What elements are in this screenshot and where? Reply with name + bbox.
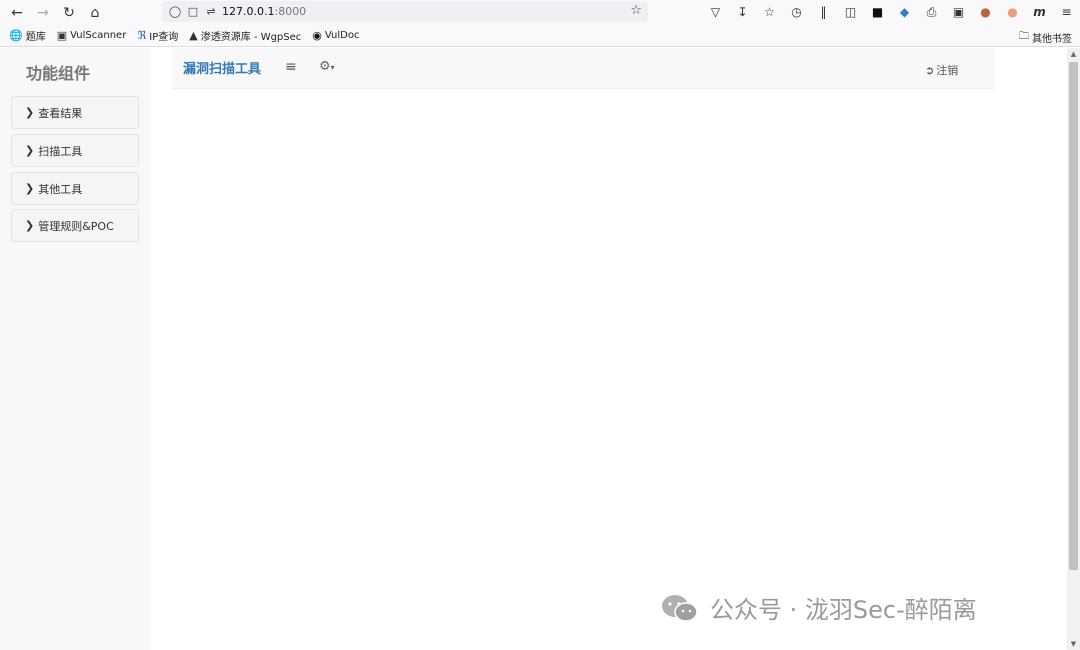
bookmark-label: VulScanner [70, 30, 127, 41]
history-icon[interactable]: ◷ [783, 2, 810, 22]
browser-toolbar: ← → ↻ ⌂ ◯ □ ⇌ 127.0.0.1:8000 ☆ ▽ ↧ ☆ ◷ ‖… [0, 0, 1080, 25]
sidebar-title: 功能组件 [26, 64, 91, 83]
bookmark-label: 渗透资源库 - WgpSec [200, 32, 302, 43]
gear-dropdown-icon[interactable]: ⚙▾ [319, 59, 335, 74]
bookmark-item[interactable]: ▲ 渗透资源库 - WgpSec [189, 28, 301, 43]
bookmark-item[interactable]: 🌐 题库 [9, 28, 46, 43]
brand-title[interactable]: 漏洞扫描工具 [183, 58, 261, 77]
scroll-thumb[interactable] [1069, 62, 1078, 570]
pocket-icon[interactable]: ▽ [702, 2, 729, 22]
globe-icon: 🌐 [9, 29, 23, 42]
top-navbar: 漏洞扫描工具 ≡ ⚙▾ ➲ 注销 [172, 48, 994, 89]
extension-avatar-icon[interactable]: ● [972, 2, 999, 22]
chevron-right-icon: ❯ [25, 144, 35, 157]
forward-icon[interactable]: → [30, 2, 56, 24]
url-bar[interactable]: ◯ □ ⇌ 127.0.0.1:8000 ☆ [162, 1, 648, 22]
toolbar-icons: ▽ ↧ ☆ ◷ ‖ ◫ ■ ◆ ⎙ ▣ ● ● m ≡ [702, 2, 1080, 22]
sign-out-icon: ➲ [925, 63, 935, 77]
scroll-up-arrow-icon[interactable]: ▲ [1067, 50, 1080, 58]
bookmark-item[interactable]: ◉ VulDoc [312, 29, 359, 42]
shield-icon[interactable]: ◯ [166, 5, 184, 18]
extension-color-icon[interactable]: ◆ [891, 2, 918, 22]
wolf-icon: ▲ [189, 29, 198, 42]
sidebar-item-scan-tools[interactable]: ❯ 扫描工具 [11, 134, 139, 167]
sidebar-item-label: 查看结果 [38, 106, 83, 120]
extension-m-icon[interactable]: m [1026, 2, 1053, 22]
bookmark-label: 题库 [25, 32, 46, 43]
home-icon[interactable]: ⌂ [82, 2, 108, 24]
screenshot-icon[interactable]: ▣ [945, 2, 972, 22]
sidebar: 功能组件 ❯ 查看结果 ❯ 扫描工具 ❯ 其他工具 ❯ 管理规则&POC [0, 48, 150, 650]
logout-label: 注销 [936, 64, 959, 77]
printer-icon[interactable]: ⎙ [918, 2, 945, 22]
bookmark-star-icon[interactable]: ☆ [630, 3, 642, 18]
extension-orange-icon[interactable]: ● [999, 2, 1026, 22]
watermark: 公众号 · 泷羽Sec-醉陌离 [660, 590, 977, 625]
bookmark-item[interactable]: ℜ IP查询 [137, 28, 178, 43]
ip-icon: ℜ [137, 29, 147, 42]
sidebar-item-other-tools[interactable]: ❯ 其他工具 [11, 172, 139, 205]
scroll-down-arrow-icon[interactable]: ▼ [1067, 640, 1080, 648]
logout-link[interactable]: ➲ 注销 [925, 62, 958, 78]
app-menu-icon[interactable]: ≡ [1053, 2, 1080, 22]
bookmark-label: VulDoc [324, 30, 360, 41]
sidebar-item-view-results[interactable]: ❯ 查看结果 [11, 96, 139, 129]
chevron-right-icon: ❯ [25, 106, 35, 119]
extension-star-icon[interactable]: ☆ [756, 2, 783, 22]
wechat-icon [662, 594, 698, 622]
permissions-icon[interactable]: ⇌ [202, 5, 220, 18]
back-icon[interactable]: ← [4, 2, 30, 24]
other-bookmarks-label: 其他书签 [1032, 34, 1072, 45]
bookmark-label: IP查询 [149, 32, 179, 43]
folder-icon: 🗀 [1019, 31, 1029, 42]
url-port[interactable]: :8000 [274, 5, 306, 18]
chevron-right-icon: ❯ [25, 182, 35, 195]
library-icon[interactable]: ‖ [810, 2, 837, 22]
other-bookmarks[interactable]: 🗀 其他书签 [1019, 29, 1072, 46]
bookmark-item[interactable]: ▣ VulScanner [57, 29, 127, 42]
watermark-text: 公众号 · 泷羽Sec-醉陌离 [710, 596, 977, 624]
sidebar-item-label: 其他工具 [38, 182, 83, 196]
circle-logo-icon: ◉ [312, 29, 322, 42]
bookmarks-bar: 🌐 题库 ▣ VulScanner ℜ IP查询 ▲ 渗透资源库 - WgpSe… [0, 25, 1080, 47]
extension-dark-icon[interactable]: ■ [864, 2, 891, 22]
chevron-right-icon: ❯ [25, 219, 35, 232]
sidebar-item-manage-rules[interactable]: ❯ 管理规则&POC [11, 209, 139, 242]
reload-icon[interactable]: ↻ [56, 2, 82, 24]
download-icon[interactable]: ↧ [729, 2, 756, 22]
sidebar-toggle-icon[interactable]: ◫ [837, 2, 864, 22]
menu-toggle-icon[interactable]: ≡ [285, 59, 297, 75]
url-host[interactable]: 127.0.0.1 [222, 5, 274, 18]
sidebar-item-label: 扫描工具 [38, 144, 83, 158]
page-icon[interactable]: □ [184, 5, 202, 18]
image-icon: ▣ [56, 29, 68, 42]
page-scrollbar[interactable]: ▲ ▼ [1067, 48, 1080, 650]
sidebar-item-label: 管理规则&POC [38, 219, 114, 233]
